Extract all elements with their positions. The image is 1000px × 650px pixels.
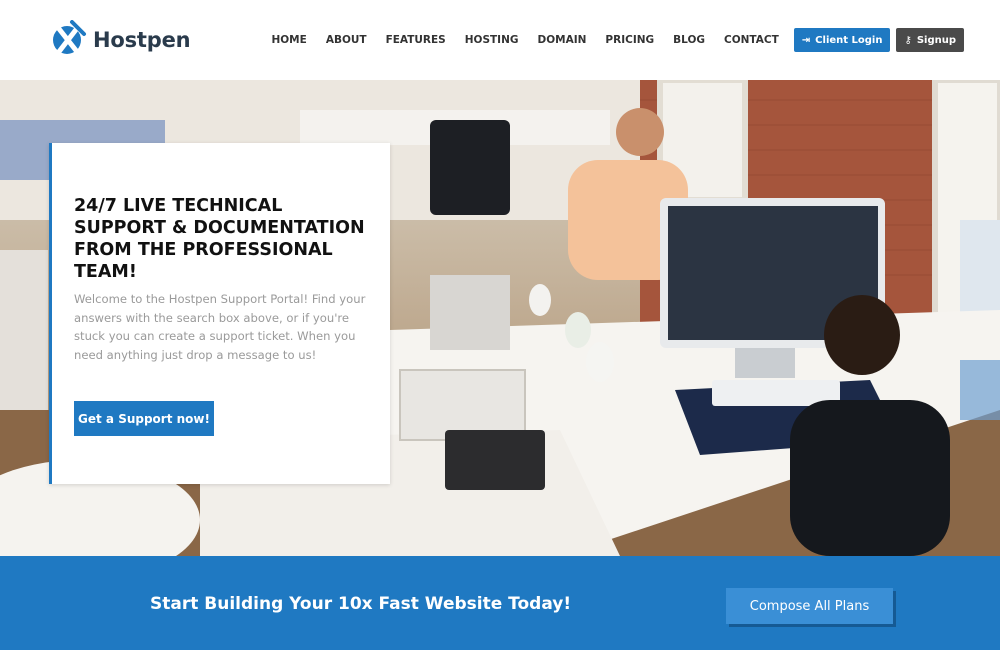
compose-all-plans-button[interactable]: Compose All Plans bbox=[726, 588, 893, 624]
nav-blog[interactable]: BLOG bbox=[673, 34, 705, 46]
signup-label: Signup bbox=[916, 34, 956, 46]
support-info-card: 24/7 LIVE TECHNICAL SUPPORT & DOCUMENTAT… bbox=[49, 143, 390, 484]
site-header: Hostpen HOME ABOUT FEATURES HOSTING DOMA… bbox=[0, 0, 1000, 80]
client-login-label: Client Login bbox=[815, 34, 883, 46]
signup-button[interactable]: ⚷ Signup bbox=[896, 28, 964, 52]
nav-features[interactable]: FEATURES bbox=[386, 34, 446, 46]
key-icon: ⚷ bbox=[904, 34, 912, 46]
hostpen-x-logo-icon bbox=[50, 19, 90, 61]
nav-domain[interactable]: DOMAIN bbox=[538, 34, 587, 46]
hero-title: 24/7 LIVE TECHNICAL SUPPORT & DOCUMENTAT… bbox=[74, 196, 365, 282]
client-login-button[interactable]: ⇥ Client Login bbox=[793, 28, 891, 52]
sign-in-icon: ⇥ bbox=[801, 34, 811, 46]
nav-pricing[interactable]: PRICING bbox=[605, 34, 654, 46]
cta-headline: Start Building Your 10x Fast Website Tod… bbox=[150, 594, 572, 614]
hero-description: Welcome to the Hostpen Support Portal! F… bbox=[74, 292, 366, 362]
logo[interactable]: Hostpen bbox=[50, 19, 191, 61]
nav-hosting[interactable]: HOSTING bbox=[465, 34, 519, 46]
cta-banner: Start Building Your 10x Fast Website Tod… bbox=[0, 556, 1000, 650]
main-nav: HOME ABOUT FEATURES HOSTING DOMAIN PRICI… bbox=[252, 28, 964, 52]
get-support-button[interactable]: Get a Support now! bbox=[74, 401, 214, 436]
hero-section: 24/7 LIVE TECHNICAL SUPPORT & DOCUMENTAT… bbox=[0, 80, 1000, 556]
nav-home[interactable]: HOME bbox=[271, 34, 306, 46]
nav-about[interactable]: ABOUT bbox=[326, 34, 367, 46]
logo-text: Hostpen bbox=[93, 28, 191, 52]
nav-contact[interactable]: CONTACT bbox=[724, 34, 779, 46]
